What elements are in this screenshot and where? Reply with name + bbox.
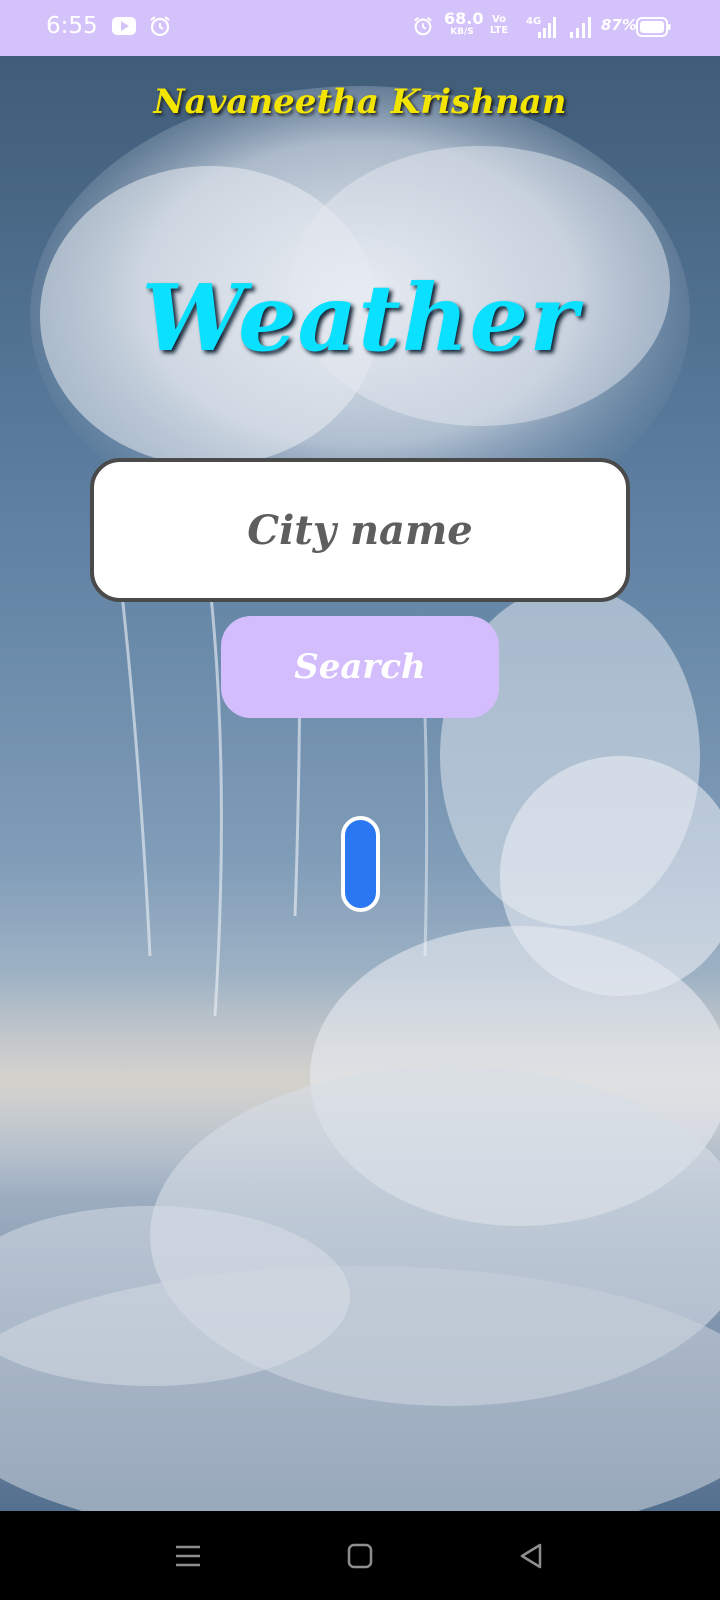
youtube-icon [112, 17, 136, 35]
network-speed-unit: KB/S [450, 27, 474, 37]
volte-line2: LTE [489, 24, 509, 36]
search-button[interactable]: Search [221, 616, 499, 718]
network-speed-value: 68.0 [444, 9, 484, 28]
battery-icon [636, 17, 671, 37]
loading-indicator [341, 816, 380, 912]
menu-icon[interactable] [171, 1539, 205, 1573]
alarm-icon [150, 16, 170, 37]
status-bar: 6:55 68.0 KB/S Vo LTE 4G 87% [0, 0, 720, 56]
home-icon[interactable] [343, 1539, 377, 1573]
back-icon[interactable] [514, 1539, 548, 1573]
network-speed: 68.0 KB/S [444, 9, 484, 37]
navigation-bar [0, 1511, 720, 1600]
city-name-input[interactable] [90, 458, 630, 602]
app-screen: Navaneetha Krishnan Weather Search [0, 56, 720, 1511]
signal-icon [570, 17, 591, 38]
volte-line1: Vo [491, 14, 507, 25]
alarm-clock-icon [414, 16, 432, 36]
author-name: Navaneetha Krishnan [153, 82, 567, 122]
status-time: 6:55 [46, 13, 98, 39]
volte-indicator: Vo LTE [486, 14, 512, 36]
network-type-label: 4G [526, 16, 541, 27]
app-title: Weather [141, 264, 579, 372]
battery-percent: 87% [601, 16, 637, 34]
signal-4g-icon: 4G [526, 16, 556, 38]
